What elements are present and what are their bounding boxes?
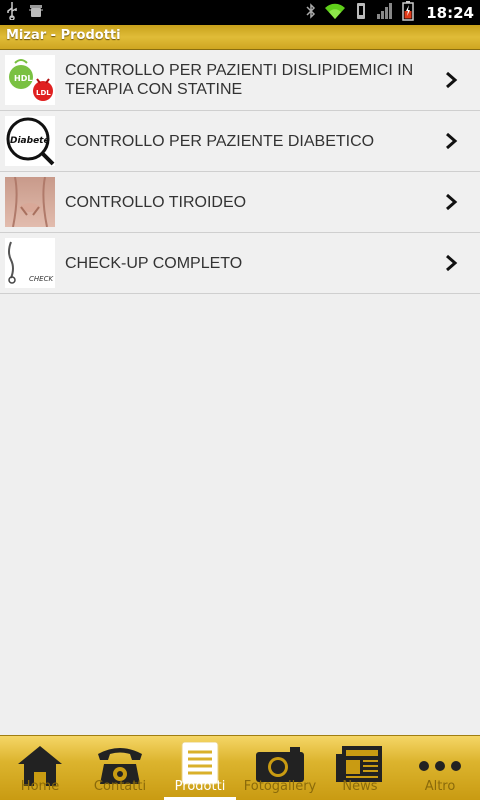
hdl-label: HDL <box>14 74 32 83</box>
list-item[interactable]: Diabete CONTROLLO PER PAZIENTE DIABETICO <box>0 111 480 172</box>
bluetooth-icon <box>306 2 316 24</box>
signal-icon <box>376 2 394 24</box>
list-item[interactable]: CHECK CHECK-UP COMPLETO <box>0 233 480 294</box>
tab-label: Fotogallery <box>243 779 317 794</box>
page-title: Mizar - Prodotti <box>6 28 121 43</box>
list-item-label: CONTROLLO PER PAZIENTI DISLIPIDEMICI IN … <box>65 62 414 98</box>
list-item[interactable]: CONTROLLO TIROIDEO <box>0 172 480 233</box>
dyslipidemia-thumbnail: HDL LDL <box>5 55 55 105</box>
tab-contatti[interactable]: Contatti <box>80 736 160 800</box>
list-item-label: CONTROLLO TIROIDEO <box>65 193 247 211</box>
bottom-tab-bar: Home Contatti Prodotti Fotogallery News … <box>0 735 480 800</box>
diabetes-thumbnail: Diabete <box>5 116 55 166</box>
status-clock: 18:24 <box>426 3 474 22</box>
tab-label: Home <box>20 779 60 794</box>
vibrate-icon <box>354 2 368 24</box>
tab-label: News <box>342 779 378 794</box>
chevron-right-icon <box>446 71 458 89</box>
thyroid-thumbnail <box>5 177 55 227</box>
status-bar: 18:24 <box>0 0 480 25</box>
chevron-right-icon <box>446 132 458 150</box>
tab-fotogallery[interactable]: Fotogallery <box>240 736 320 800</box>
check-label: CHECK <box>29 275 54 283</box>
chevron-right-icon <box>446 254 458 272</box>
battery-icon <box>402 0 414 25</box>
usb-icon <box>6 1 18 24</box>
android-debug-icon <box>28 3 44 23</box>
tab-prodotti[interactable]: Prodotti <box>160 736 240 800</box>
ldl-label: LDL <box>36 89 51 97</box>
tab-news[interactable]: News <box>320 736 400 800</box>
diabete-label: Diabete <box>10 136 50 146</box>
title-bar: Mizar - Prodotti <box>0 25 480 50</box>
chevron-right-icon <box>446 193 458 211</box>
tab-label: Contatti <box>93 779 147 794</box>
list-item-label: CONTROLLO PER PAZIENTE DIABETICO <box>65 132 375 150</box>
tab-label: Prodotti <box>174 779 226 794</box>
tab-altro[interactable]: Altro <box>400 736 480 800</box>
product-list: HDL LDL CONTROLLO PER PAZIENTI DISLIPIDE… <box>0 50 480 294</box>
tab-label: Altro <box>424 779 456 794</box>
checkup-thumbnail: CHECK <box>5 238 55 288</box>
tab-home[interactable]: Home <box>0 736 80 800</box>
list-item-label: CHECK-UP COMPLETO <box>65 254 243 272</box>
list-item[interactable]: HDL LDL CONTROLLO PER PAZIENTI DISLIPIDE… <box>0 50 480 111</box>
wifi-icon <box>324 2 346 24</box>
